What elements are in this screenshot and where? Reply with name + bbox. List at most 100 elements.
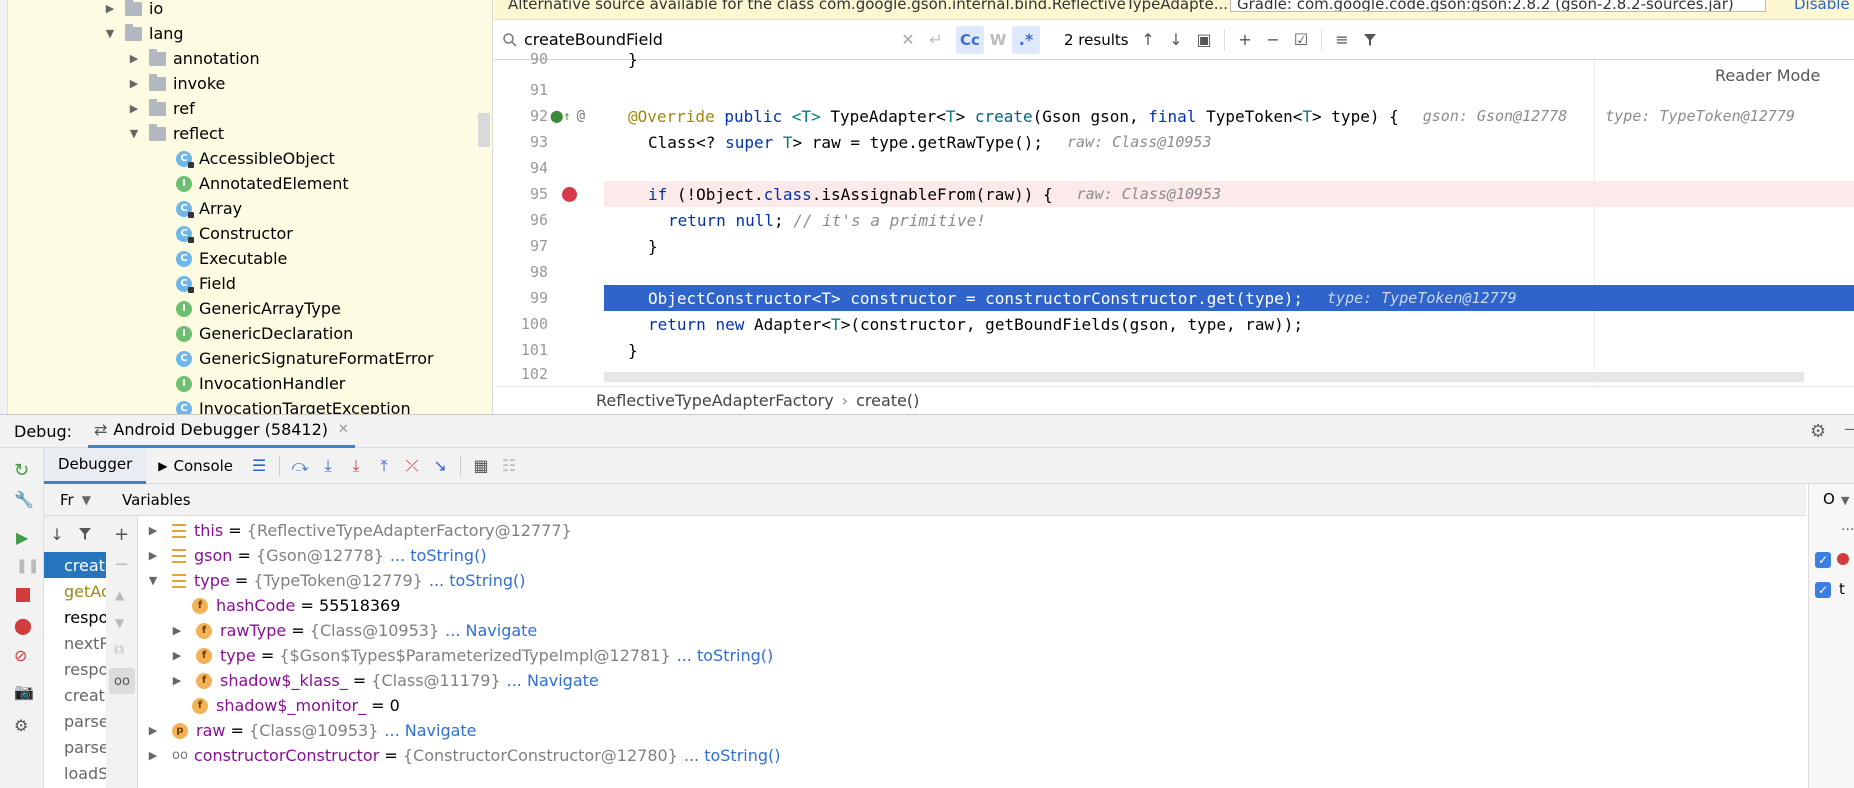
stop-icon[interactable]: [16, 588, 30, 602]
tree-item-ref[interactable]: ▶ ref: [127, 96, 195, 121]
disable-link[interactable]: Disable: [1794, 0, 1850, 13]
variable-action-link[interactable]: ... toString(): [429, 571, 526, 590]
frame-item[interactable]: parse: [44, 708, 106, 734]
evaluate-expression-icon[interactable]: ▦: [467, 452, 495, 480]
variable-action-link[interactable]: ... Navigate: [507, 671, 599, 690]
chevron-down-icon[interactable]: ▼: [82, 493, 91, 507]
frame-item[interactable]: loadS: [44, 760, 106, 786]
code-line-98[interactable]: 98: [494, 259, 1854, 285]
frame-item-selected[interactable]: create: [44, 552, 106, 578]
chevron-right-icon[interactable]: ▶: [127, 102, 141, 116]
variable-row[interactable]: ▼ type = {TypeToken@12779}... toString(): [146, 568, 526, 593]
breakpoint-icon[interactable]: [562, 186, 577, 202]
filter-icon[interactable]: [74, 520, 96, 548]
chevron-right-icon[interactable]: ▶: [170, 649, 184, 662]
tree-item-class[interactable]: C Array: [176, 196, 242, 221]
add-watch-icon[interactable]: +: [114, 524, 129, 545]
code-line-96[interactable]: 96 return null; // it's a primitive!: [494, 207, 1854, 233]
frame-item[interactable]: respo: [44, 604, 106, 630]
variable-row[interactable]: ▶ oo constructorConstructor = {Construct…: [146, 743, 781, 768]
chevron-right-icon[interactable]: ▶: [146, 524, 160, 537]
chevron-down-icon[interactable]: ▼: [103, 27, 117, 41]
view-breakpoints-icon[interactable]: ⬤: [14, 616, 32, 635]
minimize-icon[interactable]: —: [1844, 419, 1854, 438]
remove-watch-icon[interactable]: −: [114, 554, 129, 575]
chevron-right-icon[interactable]: ▶: [146, 549, 160, 562]
variable-row[interactable]: f hashCode = 55518369: [192, 593, 400, 618]
tree-item-invoke[interactable]: ▶ invoke: [127, 71, 225, 96]
move-down-icon[interactable]: ▼: [115, 616, 124, 630]
tree-item-class[interactable]: C AccessibleObject: [176, 146, 335, 171]
camera-icon[interactable]: 📷: [14, 682, 34, 701]
tree-item-interface[interactable]: I InvocationHandler: [176, 371, 345, 396]
frame-item[interactable]: nextR: [44, 630, 106, 656]
menu-icon[interactable]: ☰: [245, 452, 273, 480]
chevron-right-icon[interactable]: ▶: [146, 724, 160, 737]
chevron-down-icon[interactable]: ▼: [127, 127, 141, 141]
code-line-91[interactable]: 91: [494, 77, 1854, 103]
code-line-93[interactable]: 93 Class<? super T > raw = type.getRawTyp…: [494, 129, 1854, 155]
frame-item[interactable]: respo: [44, 656, 106, 682]
variable-row[interactable]: ▶ f type = {$Gson$Types$ParameterizedTyp…: [170, 643, 774, 668]
implements-method-icon[interactable]: ⬤↑: [550, 109, 571, 123]
trace-icon[interactable]: ☷: [495, 452, 523, 480]
chevron-down-icon[interactable]: ▼: [1841, 494, 1849, 507]
arrow-down-icon[interactable]: ↓: [46, 520, 68, 548]
variable-row[interactable]: ▶ gson = {Gson@12778}... toString(): [146, 543, 487, 568]
checkbox[interactable]: ✓: [1815, 582, 1831, 598]
pause-icon[interactable]: ❚❚: [16, 558, 39, 574]
chevron-down-icon[interactable]: ▼: [146, 574, 160, 587]
code-line-95[interactable]: 95 if (!Object. class .isAssignableFrom(ra…: [494, 181, 1854, 207]
tab-debug-session[interactable]: ⇄ Android Debugger (58412) ✕: [88, 414, 355, 448]
tree-item-interface[interactable]: I AnnotatedElement: [176, 171, 349, 196]
variable-row[interactable]: f shadow$_monitor_ = 0: [192, 693, 400, 718]
tree-item-lang[interactable]: ▼ lang: [103, 21, 184, 46]
variable-row[interactable]: ▶ f shadow$_klass_ = {Class@11179}... Na…: [170, 668, 599, 693]
frame-item[interactable]: getAd: [44, 578, 106, 604]
code-line-94[interactable]: 94: [494, 155, 1854, 181]
tree-item-class[interactable]: C InvocationTargetException: [176, 396, 411, 414]
chevron-right-icon[interactable]: ▶: [127, 77, 141, 91]
breadcrumb-method[interactable]: create(): [856, 391, 919, 410]
resume-icon[interactable]: ▶: [16, 528, 28, 547]
wrench-icon[interactable]: 🔧: [14, 490, 34, 509]
gear-icon[interactable]: ⚙: [1810, 421, 1826, 442]
run-to-cursor-icon[interactable]: ↘: [426, 452, 454, 480]
tree-item-class[interactable]: C Executable: [176, 246, 287, 271]
code-line-97[interactable]: 97}: [494, 233, 1854, 259]
variable-action-link[interactable]: ... Navigate: [445, 621, 537, 640]
chevron-right-icon[interactable]: ▶: [170, 674, 184, 687]
editor-horizontal-scrollbar[interactable]: [604, 372, 1804, 382]
code-line-92[interactable]: 92 ⬤↑ @ @Override public <T> TypeAdapter<…: [494, 103, 1854, 129]
source-select[interactable]: Gradle: com.google.code.gson:gson:2.8.2 …: [1230, 0, 1766, 12]
variable-row[interactable]: ▶ p raw = {Class@10953}... Navigate: [146, 718, 477, 743]
tree-item-interface[interactable]: I GenericDeclaration: [176, 321, 353, 346]
mute-breakpoints-icon[interactable]: ⊘: [14, 646, 27, 665]
step-out-icon[interactable]: ⤒: [370, 452, 398, 480]
tree-item-class[interactable]: C GenericSignatureFormatError: [176, 346, 434, 371]
code-line-90[interactable]: 90}: [494, 46, 1854, 72]
settings-icon[interactable]: ⚙: [14, 716, 28, 735]
variable-row[interactable]: ▶ this = {ReflectiveTypeAdapterFactory@1…: [146, 518, 572, 543]
show-execution-point-icon[interactable]: ⤼: [286, 452, 314, 480]
force-step-into-icon[interactable]: ⤓: [342, 452, 370, 480]
code-line-101[interactable]: 101}: [494, 337, 1854, 363]
tree-item-class[interactable]: C Constructor: [176, 221, 293, 246]
close-icon[interactable]: ✕: [338, 422, 349, 437]
tree-item-reflect[interactable]: ▼ reflect: [127, 121, 224, 146]
tab-debugger[interactable]: Debugger: [44, 447, 147, 484]
code-line-100[interactable]: 100 return new Adapter< T >(constructor, g…: [494, 311, 1854, 337]
frame-item[interactable]: parse: [44, 734, 106, 760]
code-line-99-current[interactable]: 99 ObjectConstructor<T> constructor = co…: [494, 285, 1854, 311]
duplicate-icon[interactable]: ⧉: [114, 642, 124, 658]
tree-item-interface[interactable]: I GenericArrayType: [176, 296, 341, 321]
tree-item-annotation[interactable]: ▶ annotation: [127, 46, 260, 71]
rerun-icon[interactable]: ↻: [14, 460, 29, 481]
variable-action-link[interactable]: ... toString(): [390, 546, 487, 565]
step-into-icon[interactable]: ⤓: [314, 452, 342, 480]
breadcrumb-class[interactable]: ReflectiveTypeAdapterFactory: [596, 391, 834, 410]
chevron-right-icon[interactable]: ▶: [127, 52, 141, 66]
tab-console[interactable]: ▶ Console: [146, 448, 245, 484]
tree-item-io[interactable]: ▶ io: [103, 0, 163, 21]
move-up-icon[interactable]: ▲: [115, 588, 124, 602]
